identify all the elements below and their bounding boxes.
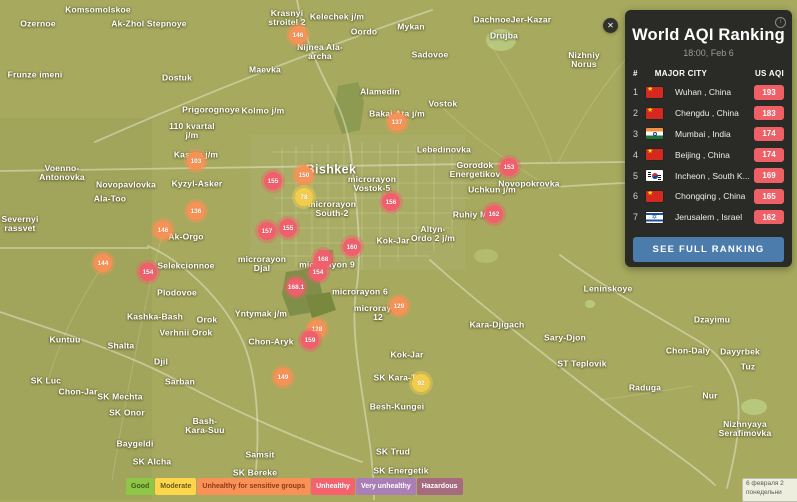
aqi-marker[interactable]: 160: [343, 238, 361, 256]
rank-number: 5: [633, 170, 639, 181]
israel-flag-icon: [646, 211, 663, 223]
china-flag-icon: [646, 149, 663, 161]
aqi-marker[interactable]: 129: [390, 297, 408, 315]
legend-item-moderate: Moderate: [155, 478, 197, 495]
korea-flag-icon: [646, 170, 663, 182]
aqi-marker[interactable]: 153: [500, 158, 518, 176]
ranking-row[interactable]: 4 Beijing , China 174: [625, 144, 792, 165]
aqi-marker[interactable]: 159: [301, 331, 319, 349]
rank-number: 7: [633, 212, 639, 223]
aqi-marker[interactable]: 162: [485, 205, 503, 223]
ranking-row[interactable]: 2 Chengdu , China 183: [625, 103, 792, 124]
legend-item-unhealthy-for-sensitive-groups: Unhealthy for sensitive groups: [197, 478, 311, 495]
column-city: MAJOR CITY: [654, 69, 708, 78]
aqi-value-badge: 174: [754, 126, 784, 142]
aqi-value-badge: 183: [754, 105, 784, 121]
ranking-row[interactable]: 6 Chongqing , China 165: [625, 186, 792, 207]
china-flag-icon: [646, 107, 663, 119]
aqi-value-badge: 162: [754, 209, 784, 225]
aqi-marker[interactable]: 154: [309, 263, 327, 281]
aqi-legend: Good Moderate Unhealthy for sensitive grou…: [126, 478, 463, 495]
city-name: Chengdu , China: [675, 108, 739, 119]
rank-number: 1: [633, 87, 639, 98]
aqi-value-badge: 165: [754, 189, 784, 204]
india-flag-icon: [646, 128, 663, 140]
world-aqi-ranking-panel: i World AQI Ranking 18:00, Feb 6 # MAJOR…: [625, 10, 792, 267]
column-rank: #: [633, 69, 638, 78]
aqi-marker[interactable]: 150: [295, 166, 313, 184]
panel-title: World AQI Ranking: [632, 26, 785, 44]
aqi-marker[interactable]: 146: [154, 221, 172, 239]
ranking-row[interactable]: 1 Wuhan , China 193: [625, 82, 792, 103]
aqi-value-badge: 174: [754, 147, 784, 163]
aqi-marker[interactable]: 103: [187, 152, 205, 170]
ranking-row[interactable]: 3 Mumbai , India 174: [625, 124, 792, 145]
aqi-marker[interactable]: 92: [412, 374, 430, 392]
aqi-marker[interactable]: 155: [264, 172, 282, 190]
city-name: Beijing , China: [675, 149, 730, 160]
aqi-marker[interactable]: 137: [388, 113, 406, 131]
ranking-rows: 1 Wuhan , China 193 2 Chengdu , China 183 3 Mum…: [625, 82, 792, 228]
aqi-value-badge: 169: [754, 168, 784, 183]
aqi-marker[interactable]: 136: [187, 202, 205, 220]
panel-timestamp: 18:00, Feb 6: [683, 48, 734, 58]
rank-number: 4: [633, 149, 639, 160]
aqi-marker[interactable]: 154: [139, 263, 157, 281]
legend-item-hazardous: Hazardous: [416, 478, 463, 495]
see-full-ranking-button[interactable]: SEE FULL RANKING: [633, 237, 784, 262]
aqi-marker[interactable]: 155: [279, 219, 297, 237]
ranking-header: # MAJOR CITY US AQI: [625, 69, 792, 78]
aqi-marker[interactable]: 144: [94, 254, 112, 272]
legend-item-good: Good: [126, 478, 155, 495]
aqi-marker[interactable]: 78: [295, 188, 313, 206]
city-name: Mumbai , India: [675, 128, 731, 139]
city-name: Wuhan , China: [675, 87, 732, 98]
legend-item-unhealthy: Unhealthy: [311, 478, 355, 495]
city-name: Chongqing , China: [675, 191, 746, 202]
aqi-value-badge: 193: [754, 85, 784, 100]
ranking-row[interactable]: 5 Incheon , South K... 169: [625, 165, 792, 186]
info-icon[interactable]: i: [775, 17, 786, 28]
column-aqi: US AQI: [754, 69, 784, 78]
aqi-marker[interactable]: 146: [289, 26, 307, 44]
close-icon[interactable]: ✕: [603, 18, 618, 33]
aqi-marker[interactable]: 156: [382, 193, 400, 211]
aqi-marker[interactable]: 149: [274, 368, 292, 386]
china-flag-icon: [646, 86, 663, 98]
city-name: Incheon , South K...: [675, 170, 750, 181]
rank-number: 2: [633, 108, 639, 119]
rank-number: 3: [633, 128, 639, 139]
rank-number: 6: [633, 191, 639, 202]
ranking-row[interactable]: 7 Jerusalem , Israel 162: [625, 207, 792, 228]
aqi-marker[interactable]: 157: [258, 222, 276, 240]
city-name: Jerusalem , Israel: [675, 212, 743, 223]
legend-item-very-unhealthy: Very unhealthy: [355, 478, 416, 495]
date-overlay: 6 февраля 2 понедельни: [742, 478, 797, 502]
china-flag-icon: [646, 190, 663, 202]
